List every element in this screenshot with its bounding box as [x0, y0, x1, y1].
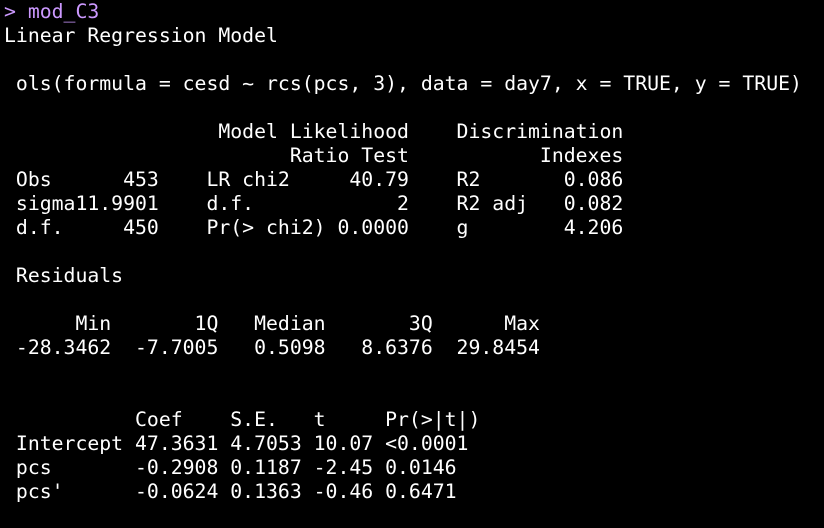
stats-header-line-2: Ratio Test Indexes [4, 144, 624, 167]
model-title: Linear Regression Model [4, 24, 278, 47]
stats-row-df: d.f. 450 Pr(> chi2) 0.0000 g 4.206 [4, 216, 624, 239]
stats-row-sigma: sigma11.9901 d.f. 2 R2 adj 0.082 [4, 192, 624, 215]
model-formula: ols(formula = cesd ~ rcs(pcs, 3), data =… [4, 72, 802, 95]
coef-row-pcs-prime: pcs' -0.0624 0.1363 -0.46 0.6471 [4, 480, 457, 503]
console-command-line: > mod_C3 [4, 0, 100, 23]
stats-row-obs: Obs 453 LR chi2 40.79 R2 0.086 [4, 168, 624, 191]
coef-table-header: Coef S.E. t Pr(>|t|) [4, 408, 481, 431]
residuals-header: Min 1Q Median 3Q Max [4, 312, 540, 335]
coef-row-pcs: pcs -0.2908 0.1187 -2.45 0.0146 [4, 456, 457, 479]
stats-header-line-1: Model Likelihood Discrimination [4, 120, 624, 143]
residuals-heading: Residuals [4, 264, 124, 287]
r-console[interactable]: > mod_C3 Linear Regression Model ols(for… [0, 0, 824, 522]
coef-row-intercept: Intercept 47.3631 4.7053 10.07 <0.0001 [4, 432, 469, 455]
residuals-values: -28.3462 -7.7005 0.5098 8.6376 29.8454 [4, 336, 540, 359]
